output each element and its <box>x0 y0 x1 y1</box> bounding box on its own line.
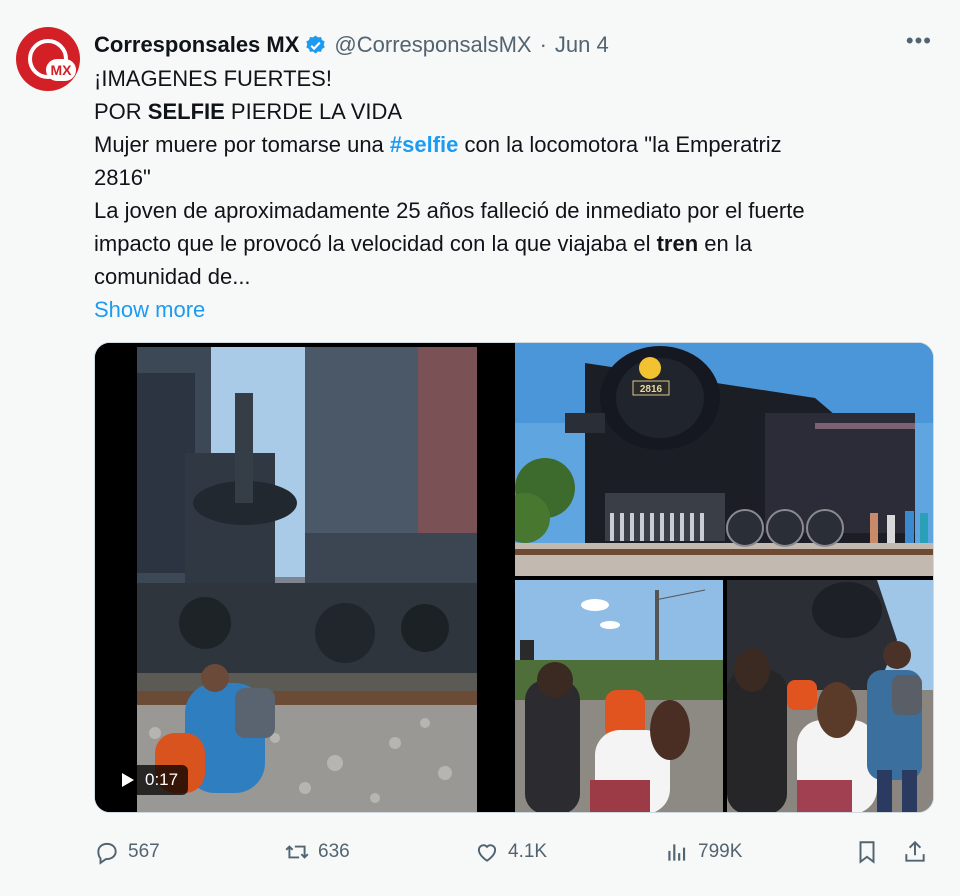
locomotive-number: 2816 <box>640 384 663 395</box>
tweet-line: ¡IMAGENES FUERTES! <box>94 66 332 91</box>
views-button[interactable]: 799K <box>664 836 742 868</box>
author-name[interactable]: Corresponsales MX <box>94 32 299 58</box>
views-icon <box>668 844 686 861</box>
crowd-photo-left <box>515 580 723 812</box>
share-icon <box>905 840 925 862</box>
more-icon[interactable]: ••• <box>906 28 932 54</box>
tweet-line: Mujer muere por tomarse una #selfie con … <box>94 128 914 161</box>
tweet-line: POR SELFIE PIERDE LA VIDA <box>94 95 914 128</box>
text-segment: PIERDE LA VIDA <box>224 99 403 124</box>
text-segment: POR <box>94 99 148 124</box>
tweet-line: 2816" <box>94 165 151 190</box>
tweet-card[interactable]: MX Corresponsales MX @CorresponsalsMX · … <box>0 0 960 896</box>
verified-icon <box>306 34 326 53</box>
like-count: 4.1K <box>508 841 548 862</box>
text-segment: en la <box>698 231 752 256</box>
crowd-photo-right <box>727 580 933 812</box>
repost-icon <box>285 845 309 859</box>
media-grid: 0:17 2816 <box>94 342 934 813</box>
crowd-image-left[interactable] <box>515 580 723 812</box>
text-segment: Mujer muere por tomarse una <box>94 132 390 157</box>
tweet-date[interactable]: Jun 4 <box>555 32 609 58</box>
avatar-logo-text: MX <box>46 59 76 81</box>
bold-keyword: tren <box>656 231 699 256</box>
video-duration: 0:17 <box>145 770 179 789</box>
tweet-line: impacto que le provocó la velocidad con … <box>94 227 914 260</box>
video-thumbnail[interactable]: 0:17 <box>95 343 511 812</box>
show-more-link[interactable]: Show more <box>94 293 914 326</box>
hashtag-link[interactable]: #selfie <box>390 132 459 157</box>
avatar[interactable]: MX <box>16 27 80 91</box>
bookmark-button[interactable] <box>854 836 888 868</box>
tweet-header: Corresponsales MX @CorresponsalsMX · Jun… <box>94 30 609 60</box>
tweet-line: La joven de aproximadamente 25 años fall… <box>94 198 805 223</box>
tweet-line: comunidad de... <box>94 264 251 289</box>
video-frame-image <box>95 343 511 812</box>
play-icon <box>122 773 134 787</box>
bold-keyword: SELFIE <box>147 99 225 124</box>
reply-count: 567 <box>128 841 160 862</box>
reply-icon <box>97 842 117 865</box>
crowd-image-right[interactable] <box>727 580 933 812</box>
author-handle[interactable]: @CorresponsalsMX <box>334 32 531 58</box>
text-segment: impacto que le provocó la velocidad con … <box>94 231 657 256</box>
text-segment: con la locomotora "la Emperatriz <box>458 132 782 157</box>
share-button[interactable] <box>902 836 936 868</box>
reply-button[interactable]: 567 <box>94 836 160 868</box>
video-duration-badge: 0:17 <box>113 765 189 795</box>
tweet-text: ¡IMAGENES FUERTES! POR SELFIE PIERDE LA … <box>94 62 914 326</box>
views-count: 799K <box>698 841 743 862</box>
locomotive-photo: 2816 <box>515 343 933 576</box>
bookmark-icon <box>859 841 875 864</box>
separator-dot: · <box>539 32 547 57</box>
tweet-actions-bar: 567 636 4.1K 799K <box>94 836 934 868</box>
locomotive-image[interactable]: 2816 <box>515 343 933 576</box>
repost-count: 636 <box>318 841 350 862</box>
repost-button[interactable]: 636 <box>284 836 350 868</box>
like-icon <box>477 844 497 862</box>
like-button[interactable]: 4.1K <box>474 836 547 868</box>
